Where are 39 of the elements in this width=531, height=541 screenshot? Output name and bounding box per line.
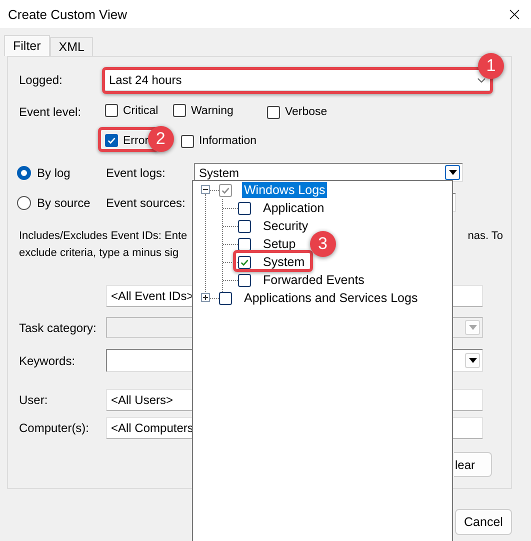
- description-text: Includes/Excludes Event IDs: Ente: [19, 229, 188, 244]
- combo-box[interactable]: System: [194, 163, 463, 182]
- tree-item[interactable]: Security: [261, 218, 310, 234]
- level-label: Verbose: [285, 106, 328, 118]
- radio-option[interactable]: By log: [17, 166, 106, 180]
- level-label: Critical: [123, 104, 158, 116]
- field-label: User:: [19, 393, 49, 407]
- field-label: Event logs:: [106, 166, 166, 180]
- tree-item[interactable]: Applications and Services Logs: [242, 290, 420, 306]
- cancel-button[interactable]: Cancel: [455, 509, 512, 535]
- callout-badge: 3: [310, 231, 336, 257]
- field-label: Task category:: [19, 320, 98, 334]
- level-option[interactable]: Verbose: [267, 106, 328, 118]
- field-label: Logged:: [19, 73, 64, 87]
- tab[interactable]: XML: [50, 37, 94, 56]
- level-option[interactable]: Warning: [173, 104, 234, 117]
- level-option[interactable]: Information: [181, 134, 257, 148]
- field-label: Event level:: [19, 105, 82, 119]
- description-text: exclude criteria, type a minus sig: [19, 246, 180, 261]
- tab[interactable]: Filter: [4, 35, 50, 56]
- description-text: nas. To: [468, 229, 503, 244]
- tree-item[interactable]: Application: [261, 200, 326, 216]
- tree-item[interactable]: Setup: [261, 236, 298, 252]
- window-title: Create Custom View: [8, 6, 127, 22]
- tree-item[interactable]: System: [261, 254, 307, 270]
- tree-item[interactable]: Forwarded Events: [261, 272, 366, 288]
- level-option[interactable]: Error: [105, 134, 149, 147]
- callout-badge: 1: [478, 53, 504, 79]
- level-label: Error: [123, 134, 149, 146]
- field-label: Keywords:: [19, 354, 76, 368]
- level-label: Warning: [191, 104, 234, 116]
- field-label: Computer(s):: [19, 421, 90, 435]
- level-option[interactable]: Critical: [105, 104, 158, 117]
- clear-button[interactable]: lear: [454, 452, 492, 477]
- field-label: Event sources:: [106, 196, 186, 210]
- level-label: Information: [199, 135, 257, 147]
- tree-item[interactable]: Windows Logs: [242, 182, 328, 198]
- callout-badge: 2: [148, 126, 174, 152]
- radio-option[interactable]: By source: [17, 196, 106, 210]
